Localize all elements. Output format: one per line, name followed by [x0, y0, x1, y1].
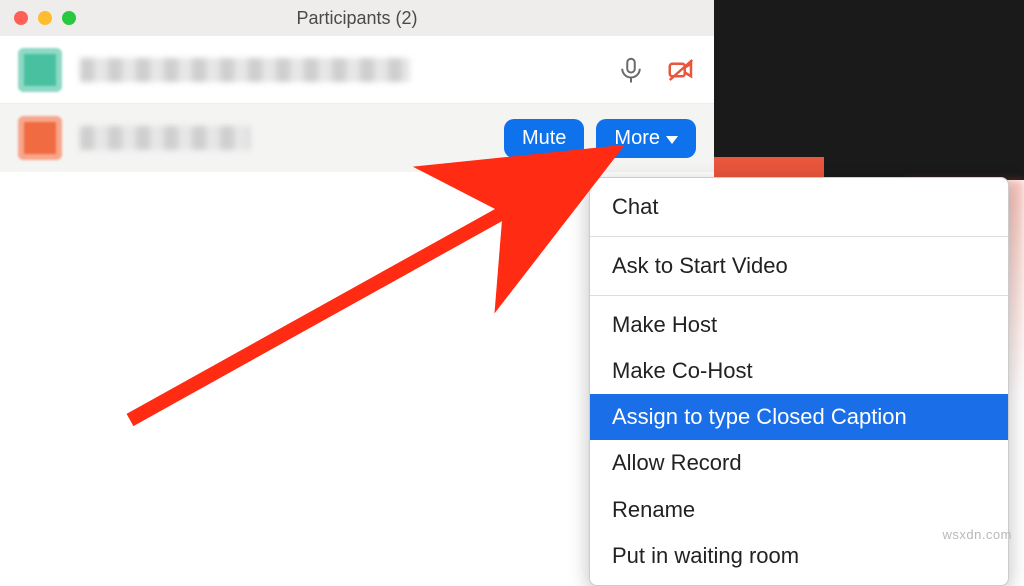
chevron-down-icon [666, 136, 678, 144]
mute-button[interactable]: Mute [504, 119, 584, 158]
menu-item-assign-closed-caption[interactable]: Assign to type Closed Caption [590, 394, 1008, 440]
avatar [18, 48, 62, 92]
menu-item-chat[interactable]: Chat [590, 184, 1008, 230]
menu-item-make-host[interactable]: Make Host [590, 302, 1008, 348]
close-icon[interactable] [14, 11, 28, 25]
window-title: Participants (2) [296, 8, 417, 29]
participant-row[interactable]: Mute More [0, 104, 714, 172]
menu-item-make-cohost[interactable]: Make Co-Host [590, 348, 1008, 394]
background-dark-region [714, 0, 1024, 180]
participant-row[interactable] [0, 36, 714, 104]
menu-item-rename[interactable]: Rename [590, 487, 1008, 533]
participant-name-redacted [80, 126, 250, 150]
participants-panel: Participants (2) [0, 0, 714, 172]
more-button[interactable]: More [596, 119, 696, 158]
menu-item-ask-start-video[interactable]: Ask to Start Video [590, 243, 1008, 289]
participants-list: Mute More [0, 36, 714, 172]
window-controls [14, 11, 76, 25]
more-button-label: More [614, 127, 660, 150]
maximize-icon[interactable] [62, 11, 76, 25]
microphone-icon [616, 55, 646, 85]
menu-separator [590, 236, 1008, 237]
video-off-icon [666, 55, 696, 85]
menu-item-allow-record[interactable]: Allow Record [590, 440, 1008, 486]
titlebar: Participants (2) [0, 0, 714, 36]
avatar [18, 116, 62, 160]
minimize-icon[interactable] [38, 11, 52, 25]
menu-separator [590, 295, 1008, 296]
participant-name-redacted [80, 58, 410, 82]
mute-button-label: Mute [522, 127, 566, 150]
watermark: wsxdn.com [942, 527, 1012, 542]
more-context-menu: Chat Ask to Start Video Make Host Make C… [589, 177, 1009, 586]
